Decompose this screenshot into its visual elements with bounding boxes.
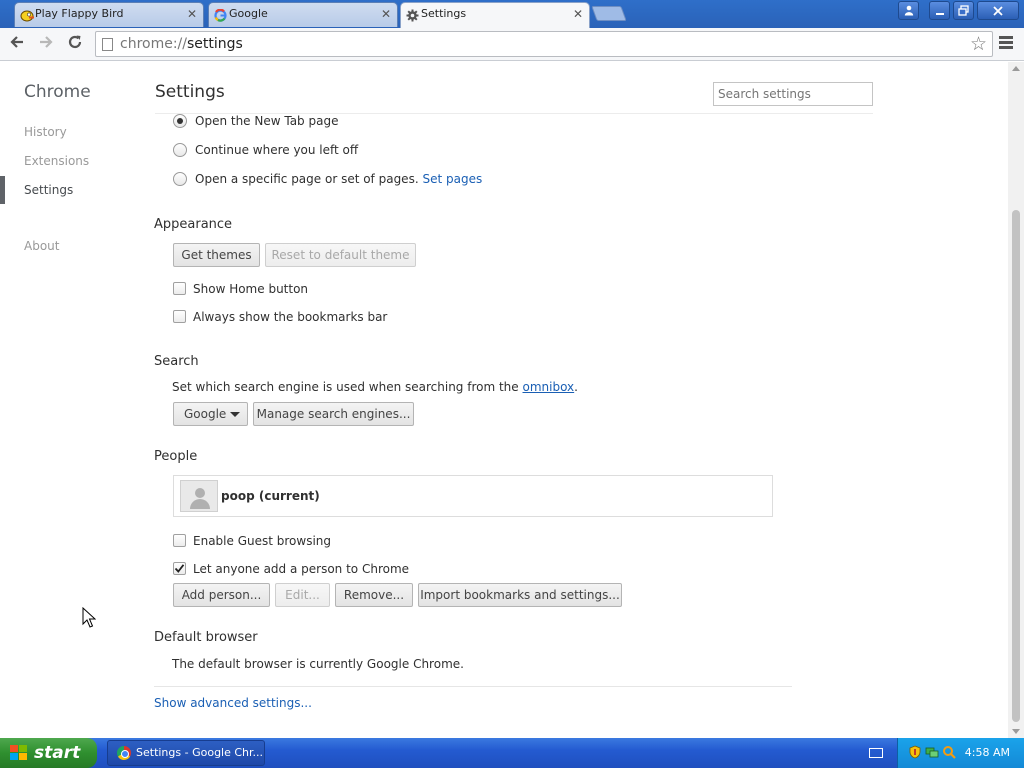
- tab-title: Play Flappy Bird: [35, 7, 124, 20]
- system-tray: 4:58 AM: [897, 738, 1024, 768]
- browser-toolbar: chrome://settings ☆: [0, 28, 1024, 61]
- search-engine-value: Google: [184, 407, 227, 421]
- settings-page: Chrome History Extensions Settings About…: [0, 62, 1008, 738]
- vertical-scrollbar[interactable]: [1008, 62, 1024, 738]
- checkmark-icon: [174, 564, 185, 573]
- security-shield-icon[interactable]: [908, 745, 922, 759]
- manage-search-engines-button[interactable]: Manage search engines...: [253, 402, 414, 426]
- user-profile-icon[interactable]: [898, 1, 919, 20]
- section-heading-people: People: [154, 449, 198, 464]
- avatar-head: [195, 488, 205, 498]
- guest-browsing-checkbox[interactable]: [173, 534, 186, 547]
- taskbar-item-chrome[interactable]: Settings - Google Chr...: [107, 740, 265, 766]
- start-button[interactable]: start: [0, 738, 97, 768]
- network-icon[interactable]: [925, 745, 939, 759]
- section-heading-appearance: Appearance: [154, 217, 233, 232]
- forward-arrow-icon[interactable]: [36, 34, 56, 54]
- profile-name: poop (current): [221, 489, 320, 503]
- get-themes-button[interactable]: Get themes: [173, 243, 260, 267]
- omnibox-link[interactable]: omnibox: [523, 380, 575, 394]
- tab-close-icon[interactable]: ✕: [381, 3, 391, 25]
- import-bookmarks-button[interactable]: Import bookmarks and settings...: [418, 583, 622, 607]
- address-bar[interactable]: chrome://settings ☆: [95, 31, 993, 57]
- google-favicon-icon: [214, 8, 227, 22]
- radio-new-tab-page[interactable]: [173, 114, 187, 128]
- taskbar-item-label: Settings - Google Chr...: [136, 746, 264, 759]
- sidebar-item-settings[interactable]: Settings: [24, 183, 73, 197]
- browser-tab-strip: Play Flappy Bird ✕ Google ✕ Settings ✕: [0, 0, 1024, 28]
- add-person-button[interactable]: Add person...: [173, 583, 270, 607]
- radio-specific-pages[interactable]: [173, 172, 187, 186]
- default-browser-status: The default browser is currently Google …: [172, 657, 464, 671]
- radio-label: Continue where you left off: [195, 143, 359, 157]
- radio-label-row: Open a specific page or set of pages. Se…: [195, 172, 482, 186]
- tab-close-icon[interactable]: ✕: [187, 3, 197, 25]
- keyboard-icon[interactable]: [869, 748, 883, 758]
- tab-google[interactable]: Google ✕: [208, 2, 398, 27]
- close-window-icon[interactable]: [977, 1, 1019, 20]
- checkbox-label: Let anyone add a person to Chrome: [193, 562, 410, 576]
- gear-icon: [406, 8, 419, 22]
- scroll-up-icon[interactable]: [1012, 66, 1020, 71]
- show-advanced-settings-link[interactable]: Show advanced settings...: [154, 696, 312, 710]
- taskbar: start Settings - Google Chr... 4:58 AM: [0, 738, 1024, 768]
- address-url: chrome://settings: [120, 36, 243, 52]
- tab-close-icon[interactable]: ✕: [573, 3, 583, 25]
- profile-list[interactable]: poop (current): [173, 475, 773, 517]
- search-description: Set which search engine is used when sea…: [172, 380, 578, 394]
- section-heading-default-browser: Default browser: [154, 630, 258, 645]
- tab-title: Google: [229, 7, 268, 20]
- minimize-icon[interactable]: [929, 1, 950, 20]
- reset-theme-button[interactable]: Reset to default theme: [265, 243, 416, 267]
- checkbox-label: Show Home button: [193, 282, 309, 296]
- sidebar-brand: Chrome: [24, 82, 91, 102]
- reload-icon[interactable]: [65, 34, 85, 54]
- scroll-down-icon[interactable]: [1012, 729, 1020, 734]
- page-title: Settings: [155, 82, 225, 102]
- page-icon: [102, 38, 113, 51]
- bookmark-star-icon[interactable]: ☆: [970, 32, 987, 56]
- new-tab-button[interactable]: [591, 6, 627, 21]
- edit-person-button[interactable]: Edit...: [275, 583, 330, 607]
- show-home-checkbox[interactable]: [173, 282, 186, 295]
- let-anyone-add-checkbox[interactable]: [173, 562, 186, 575]
- start-label: start: [34, 743, 81, 763]
- tab-settings[interactable]: Settings ✕: [400, 2, 590, 28]
- tab-title: Settings: [421, 7, 467, 20]
- scrollbar-thumb[interactable]: [1012, 210, 1020, 722]
- windows-logo-icon: [10, 745, 28, 761]
- search-icon[interactable]: [942, 745, 956, 759]
- chevron-down-icon: [230, 412, 240, 417]
- search-engine-select[interactable]: Google: [173, 402, 248, 426]
- remove-person-button[interactable]: Remove...: [335, 583, 413, 607]
- checkbox-label: Enable Guest browsing: [193, 534, 331, 548]
- clock: 4:58 AM: [964, 746, 1010, 759]
- tab-play-flappy-bird[interactable]: Play Flappy Bird ✕: [14, 2, 204, 27]
- radio-label: Open the New Tab page: [195, 114, 339, 128]
- footer-divider: [154, 686, 792, 687]
- search-settings-input[interactable]: [713, 82, 873, 106]
- set-pages-link[interactable]: Set pages: [422, 172, 482, 186]
- flappy-bird-favicon-icon: [20, 8, 34, 22]
- sidebar-item-extensions[interactable]: Extensions: [24, 154, 89, 168]
- sidebar-item-history[interactable]: History: [24, 125, 67, 139]
- radio-continue[interactable]: [173, 143, 187, 157]
- sidebar-item-about[interactable]: About: [24, 239, 59, 253]
- punctuation: .: [574, 380, 578, 394]
- checkbox-label: Always show the bookmarks bar: [193, 310, 388, 324]
- restore-icon[interactable]: [953, 1, 974, 20]
- back-arrow-icon[interactable]: [7, 34, 27, 54]
- radio-label: Open a specific page or set of pages.: [195, 172, 419, 186]
- search-description-text: Set which search engine is used when sea…: [172, 380, 519, 394]
- section-heading-search: Search: [154, 354, 199, 369]
- avatar-body: [190, 499, 210, 509]
- show-bookmarks-checkbox[interactable]: [173, 310, 186, 323]
- sidebar-selected-indicator: [0, 176, 5, 204]
- chrome-logo-icon: [117, 746, 131, 760]
- avatar: [180, 480, 218, 512]
- mouse-cursor-icon: [82, 607, 96, 628]
- chrome-menu-icon[interactable]: [999, 36, 1013, 51]
